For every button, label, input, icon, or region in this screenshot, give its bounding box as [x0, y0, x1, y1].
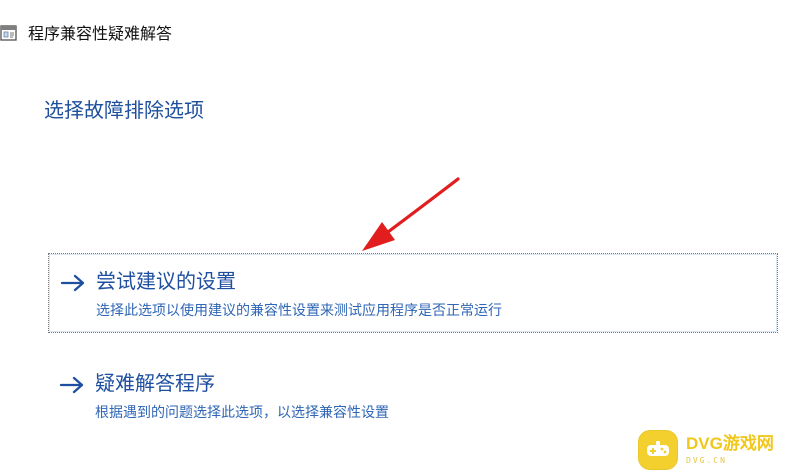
page-heading: 选择故障排除选项 — [44, 98, 204, 122]
option-troubleshoot-program[interactable]: 疑难解答程序 根据遇到的问题选择此选项，以选择兼容性设置 — [48, 356, 778, 436]
title-bar: 程序兼容性疑难解答 — [0, 0, 800, 52]
window-title: 程序兼容性疑难解答 — [28, 24, 173, 43]
gamepad-icon — [647, 441, 669, 456]
option-description: 选择此选项以使用建议的兼容性设置来测试应用程序是否正常运行 — [96, 303, 502, 319]
watermark-text: DVG游戏网 — [686, 434, 774, 453]
red-annotation-arrow-icon — [362, 177, 460, 251]
watermark-badge — [638, 430, 678, 470]
option-title: 疑难解答程序 — [95, 371, 215, 395]
option-title: 尝试建议的设置 — [96, 269, 236, 293]
option-description: 根据遇到的问题选择此选项，以选择兼容性设置 — [95, 405, 389, 421]
arrow-right-icon — [60, 274, 85, 292]
watermark: DVG游戏网 DVG.CN — [638, 426, 800, 475]
troubleshooter-window-icon — [0, 25, 17, 41]
arrow-right-icon — [59, 376, 84, 394]
option-try-recommended-settings[interactable]: 尝试建议的设置 选择此选项以使用建议的兼容性设置来测试应用程序是否正常运行 — [48, 253, 778, 333]
watermark-domain: DVG.CN — [686, 456, 727, 465]
